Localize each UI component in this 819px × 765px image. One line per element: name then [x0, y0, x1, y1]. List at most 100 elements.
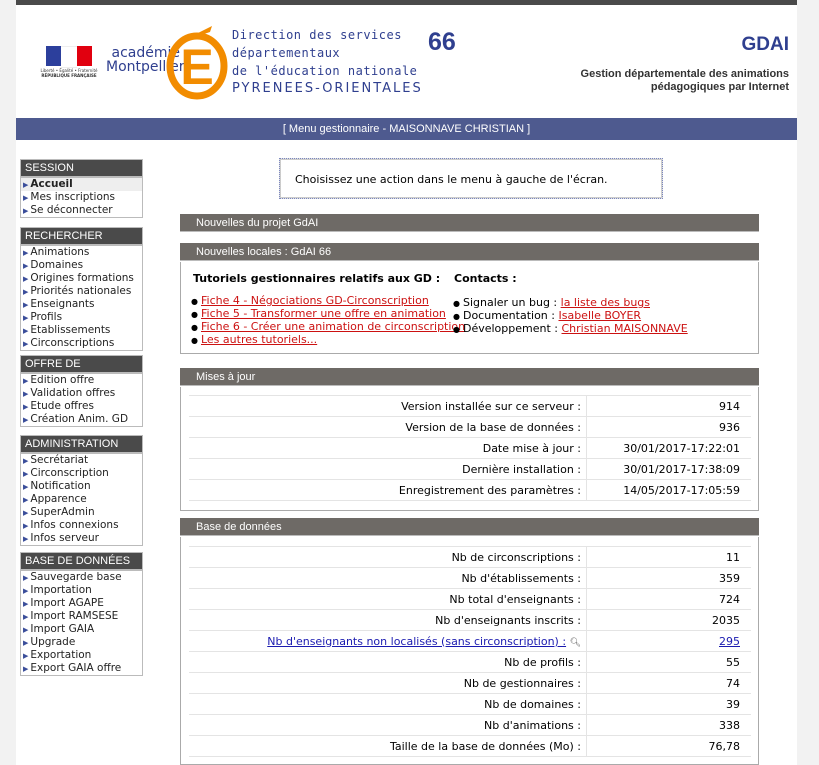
menu-item-superadmin[interactable]: ▶ SuperAdmin [21, 506, 142, 519]
menu-item-se-deconnecter[interactable]: ▶ Se déconnecter [21, 204, 142, 217]
menu-item-label: Domaines [30, 259, 84, 271]
menu-item-label: Infos serveur [30, 532, 99, 544]
menu-item-export-gaia-offre[interactable]: ▶ Export GAIA offre [21, 662, 142, 675]
menu-item-sauvegarde-base[interactable]: ▶ Sauvegarde base [21, 571, 142, 584]
app-subtitle-line-1: Gestion départementale des animations [580, 68, 789, 80]
menu-title-rechercher: RECHERCHER [21, 228, 142, 246]
row-label: Nb d'enseignants inscrits : [189, 609, 587, 631]
menu-item-notification[interactable]: ▶ Notification [21, 480, 142, 493]
bullet-icon: ▶ [23, 522, 29, 530]
menu-item-label: Circonscriptions [30, 337, 115, 349]
menu-item-import-agape[interactable]: ▶ Import AGAPE [21, 597, 142, 610]
bullet-icon: ▶ [23, 416, 29, 424]
menu-item-enseignants[interactable]: ▶ Enseignants [21, 298, 142, 311]
rf-motto: Liberté • Égalité • Fraternité RÉPUBLIQU… [38, 68, 100, 78]
tutorial-link-others[interactable]: Les autres tutoriels... [201, 333, 317, 346]
menu-item-priorites-nationales[interactable]: ▶ Priorités nationales [21, 285, 142, 298]
menu-item-exportation[interactable]: ▶ Exportation [21, 649, 142, 662]
department-number: 66 [428, 28, 456, 56]
row-value: 338 [586, 714, 751, 736]
menu-item-accueil[interactable]: ▶ Accueil [21, 178, 142, 191]
menu-item-label: Accueil [30, 178, 73, 190]
menu-item-label: Export GAIA offre [30, 662, 122, 674]
contact-link-documentation[interactable]: Isabelle BOYER [558, 309, 641, 322]
contact-link-developpement[interactable]: Christian MAISONNAVE [562, 322, 688, 335]
row-value: 76,78 [586, 735, 751, 757]
menu-item-import-gaia[interactable]: ▶ Import GAIA [21, 623, 142, 636]
menu-item-upgrade[interactable]: ▶ Upgrade [21, 636, 142, 649]
table-row: Nb d'établissements :359 [189, 567, 751, 589]
menu-item-edition-offre[interactable]: ▶ Edition offre [21, 374, 142, 387]
panel-title-updates: Mises à jour [180, 368, 759, 386]
bullet-icon: ● [453, 312, 460, 321]
row-label: Nb d'enseignants non localisés (sans cir… [189, 630, 587, 652]
menu-item-label: Origines formations [30, 272, 134, 284]
unlocated-teachers-link[interactable]: Nb d'enseignants non localisés (sans cir… [267, 635, 566, 648]
tutorial-link-fiche-4[interactable]: Fiche 4 - Négociations GD-Circonscriptio… [201, 294, 429, 307]
search-icon[interactable]: 🔍︎ [570, 638, 581, 648]
menu-item-etude-offres[interactable]: ▶ Etude offres [21, 400, 142, 413]
page: Liberté • Égalité • Fraternité RÉPUBLIQU… [16, 0, 797, 765]
bullet-icon: ● [191, 323, 198, 332]
menu-item-label: Création Anim. GD [30, 413, 129, 425]
menu-item-animations[interactable]: ▶ Animations [21, 246, 142, 259]
menu-item-circonscription[interactable]: ▶ Circonscription [21, 467, 142, 480]
menu-item-import-ramsese[interactable]: ▶ Import RAMSESE [21, 610, 142, 623]
table-row: Nb d'animations :338 [189, 714, 751, 736]
table-row: Nb de circonscriptions :11 [189, 546, 751, 568]
bullet-icon: ● [453, 299, 460, 308]
table-row: Nb de gestionnaires :74 [189, 672, 751, 694]
menu-item-profils[interactable]: ▶ Profils [21, 311, 142, 324]
menu-item-mes-inscriptions[interactable]: ▶ Mes inscriptions [21, 191, 142, 204]
menu-item-label: Secrétariat [30, 454, 89, 466]
bullet-icon: ▶ [23, 600, 29, 608]
panel-news-local: Tutoriels gestionnaires relatifs aux GD … [180, 262, 759, 354]
bullet-icon: ▶ [23, 249, 29, 257]
list-item: ● Développement : Christian MAISONNAVE [453, 323, 688, 336]
menu-item-etablissements[interactable]: ▶ Etablissements [21, 324, 142, 337]
row-label: Date mise à jour : [189, 437, 587, 459]
menu-item-domaines[interactable]: ▶ Domaines [21, 259, 142, 272]
bullet-icon: ▶ [23, 574, 29, 582]
menu-item-infos-serveur[interactable]: ▶ Infos serveur [21, 532, 142, 545]
menu-title-administration: ADMINISTRATION [21, 436, 142, 454]
bullet-icon: ▶ [23, 377, 29, 385]
menu-item-circonscriptions[interactable]: ▶ Circonscriptions [21, 337, 142, 350]
bullet-icon: ● [191, 310, 198, 319]
menu-item-label: Notification [30, 480, 91, 492]
bullet-icon: ▶ [23, 181, 29, 189]
row-value: 724 [586, 588, 751, 610]
row-value: 936 [586, 416, 751, 438]
menu-item-origines-formations[interactable]: ▶ Origines formations [21, 272, 142, 285]
top-border [16, 0, 797, 5]
row-value: 914 [586, 395, 751, 417]
menu-administration: ADMINISTRATION ▶ Secrétariat ▶ Circonscrip… [20, 435, 143, 546]
menu-title-session: SESSION [21, 160, 142, 178]
table-row: Dernière installation :30/01/2017-17:38:… [189, 458, 751, 480]
menu-item-apparence[interactable]: ▶ Apparence [21, 493, 142, 506]
contact-link-bugs[interactable]: la liste des bugs [561, 296, 650, 309]
row-label: Version installée sur ce serveur : [189, 395, 587, 417]
tutorial-link-fiche-5[interactable]: Fiche 5 - Transformer une offre en anima… [201, 307, 446, 320]
republique-francaise-logo: Liberté • Égalité • Fraternité RÉPUBLIQU… [38, 46, 100, 88]
menu-item-validation-offres[interactable]: ▶ Validation offres [21, 387, 142, 400]
table-row: Enregistrement des paramètres :14/05/201… [189, 479, 751, 501]
menu-item-label: Exportation [30, 649, 92, 661]
menu-item-label: Apparence [30, 493, 87, 505]
tutorial-link-fiche-6[interactable]: Fiche 6 - Créer une animation de circons… [201, 320, 465, 333]
menu-item-importation[interactable]: ▶ Importation [21, 584, 142, 597]
row-label: Nb d'établissements : [189, 567, 587, 589]
unlocated-teachers-count-link[interactable]: 295 [719, 635, 740, 648]
bullet-icon: ▶ [23, 626, 29, 634]
dsden-department: PYRENEES-ORIENTALES [232, 81, 423, 96]
table-row: Nb total d'enseignants :724 [189, 588, 751, 610]
menu-item-infos-connexions[interactable]: ▶ Infos connexions [21, 519, 142, 532]
row-label: Nb de profils : [189, 651, 587, 673]
tricolor-flag-icon [46, 46, 92, 68]
row-label: Enregistrement des paramètres : [189, 479, 587, 501]
dsden-line-3: de l'éducation nationale [232, 64, 418, 78]
contacts-title: Contacts : [454, 272, 517, 285]
menu-item-creation-anim-gd[interactable]: ▶ Création Anim. GD [21, 413, 142, 426]
menu-item-secretariat[interactable]: ▶ Secrétariat [21, 454, 142, 467]
bullet-icon: ▶ [23, 194, 29, 202]
